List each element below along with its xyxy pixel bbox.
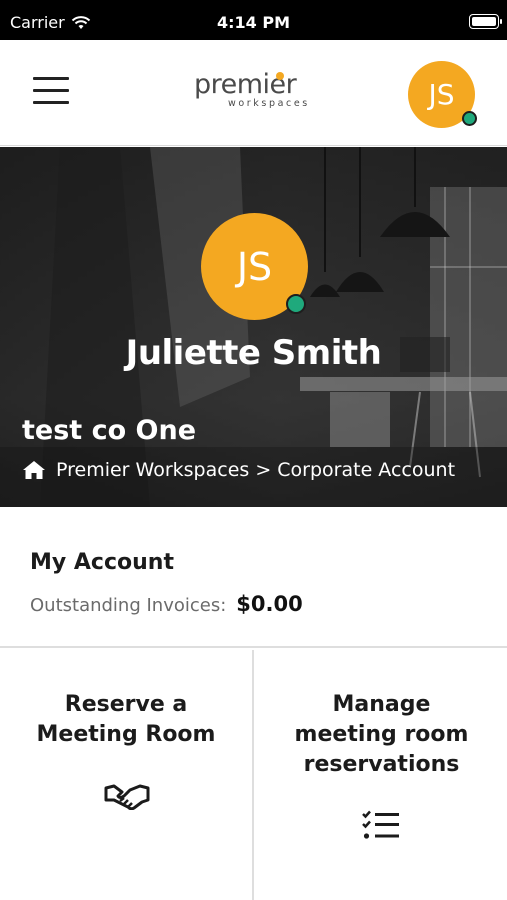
- account-title: My Account: [30, 550, 174, 575]
- breadcrumb[interactable]: Premier Workspaces > Corporate Account: [22, 459, 455, 481]
- logo-wordmark: premier: [194, 69, 297, 100]
- profile-avatar-initials: JS: [236, 244, 273, 289]
- checklist-icon: [362, 810, 399, 839]
- outstanding-invoices-value: $0.00: [236, 592, 303, 616]
- hamburger-menu-button[interactable]: [33, 77, 69, 107]
- tile-label: Reserve a Meeting Room: [36, 692, 216, 747]
- company-name: test co One: [22, 415, 197, 446]
- premier-workspaces-logo: premier workspaces: [194, 70, 314, 116]
- tile-label: Manage meeting room reservations: [294, 692, 469, 777]
- handshake-icon: [104, 784, 150, 810]
- online-status-dot: [286, 294, 306, 314]
- manage-reservations-tile[interactable]: Manage meeting room reservations: [256, 650, 507, 900]
- app-header: premier workspaces JS: [0, 40, 507, 146]
- breadcrumb-text: Premier Workspaces > Corporate Account: [56, 459, 456, 481]
- battery-icon: [469, 14, 502, 29]
- status-time: 4:14 PM: [216, 13, 290, 32]
- office-background-image: [0, 147, 507, 507]
- home-icon: [23, 461, 45, 479]
- logo-subtext: workspaces: [228, 98, 310, 109]
- profile-hero: JS Juliette Smith test co One Premier Wo…: [0, 147, 507, 507]
- outstanding-invoices-label: Outstanding Invoices:: [30, 595, 227, 616]
- status-bar: Carrier 4:14 PM: [0, 0, 507, 40]
- online-status-dot: [462, 111, 477, 126]
- header-avatar-initials: JS: [428, 78, 455, 111]
- profile-avatar[interactable]: JS: [201, 213, 308, 320]
- logo-figure-icon: [276, 72, 284, 80]
- my-account-card[interactable]: My Account Outstanding Invoices: $0.00: [0, 508, 507, 648]
- reserve-meeting-room-tile[interactable]: Reserve a Meeting Room: [0, 650, 254, 900]
- outstanding-invoices-row: Outstanding Invoices: $0.00: [30, 592, 303, 616]
- profile-name: Juliette Smith: [125, 333, 382, 373]
- header-avatar[interactable]: JS: [408, 61, 477, 128]
